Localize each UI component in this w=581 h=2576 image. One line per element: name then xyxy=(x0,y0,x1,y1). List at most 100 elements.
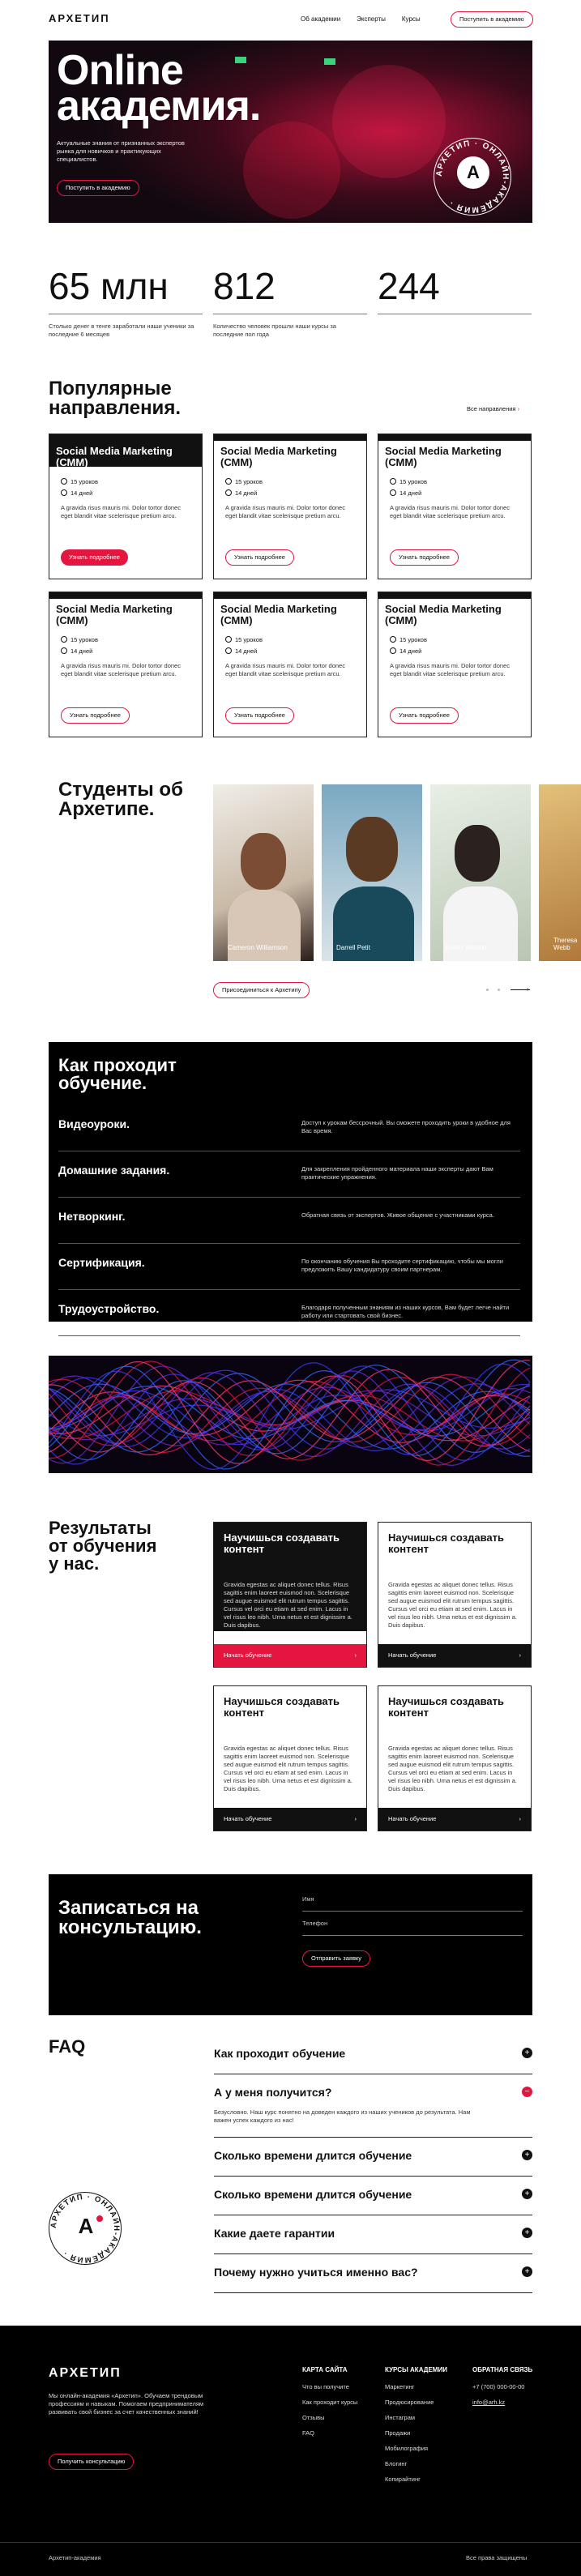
badge-letter: A xyxy=(457,156,489,189)
site-footer: АРХЕТИП Мы онлайн-академия «Архетип». Об… xyxy=(0,2326,581,2576)
minus-icon[interactable]: − xyxy=(522,2087,532,2097)
start-learning-button[interactable]: Начать обучение › xyxy=(214,1808,366,1831)
duration: 14 дней xyxy=(225,489,355,497)
all-courses-link[interactable]: Все направления › xyxy=(467,405,519,412)
hero-enroll-button[interactable]: Поступить в академию xyxy=(57,180,139,196)
course-card[interactable]: Social Media Marketing (СММ) 15 уроков 14 … xyxy=(378,592,532,737)
details-button[interactable]: Узнать подробнее xyxy=(390,549,459,566)
faq-item[interactable]: А у меня получится? − Безусловно. Наш курс… xyxy=(214,2074,532,2138)
plus-icon[interactable]: + xyxy=(522,2048,532,2058)
lessons-count: 15 уроков xyxy=(61,478,190,485)
footer-consult-button[interactable]: Получить консультацию xyxy=(49,2454,135,2470)
duration: 14 дней xyxy=(225,647,355,655)
students-heading: Студенты об Архетипе. xyxy=(58,779,183,820)
lessons-count: 15 уроков xyxy=(390,636,519,643)
name-input[interactable]: Имя xyxy=(302,1895,523,1912)
course-title: Social Media Marketing (СММ) xyxy=(385,445,502,468)
course-card[interactable]: Social Media Marketing (СММ) 15 уроков 14 … xyxy=(378,434,532,579)
course-description: A gravida risus mauris mi. Dolor tortor … xyxy=(390,504,510,519)
start-learning-label: Начать обучение xyxy=(224,1815,272,1822)
nav-about[interactable]: Об академии xyxy=(301,15,340,23)
course-card[interactable]: Social Media Marketing (СММ) 15 уроков 14 … xyxy=(49,434,203,579)
details-button[interactable]: Узнать подробнее xyxy=(225,549,294,566)
arrow-right-icon: › xyxy=(354,1651,357,1659)
submit-button[interactable]: Отправить заявку xyxy=(302,1950,371,1967)
stat-block: 244 xyxy=(378,263,532,323)
faq-item[interactable]: Какие даете гарантии + xyxy=(214,2215,532,2254)
student-photo[interactable]: Darrell Petit xyxy=(322,784,422,961)
faq-item[interactable]: Сколько времени длится обучение + xyxy=(214,2177,532,2215)
plus-icon[interactable]: + xyxy=(522,2150,532,2160)
plus-icon[interactable]: + xyxy=(522,2189,532,2199)
details-button[interactable]: Узнать подробнее xyxy=(390,707,459,724)
start-learning-button[interactable]: Начать обучение › xyxy=(378,1644,531,1667)
course-description: A gravida risus mauris mi. Dolor tortor … xyxy=(225,662,345,677)
learning-row-title: Сертификация. xyxy=(58,1256,145,1269)
plus-icon[interactable]: + xyxy=(522,2266,532,2277)
footer-course-link[interactable]: Блогинг xyxy=(385,2460,447,2467)
footer-logo[interactable]: АРХЕТИП xyxy=(49,2366,122,2381)
footer-link[interactable]: Что вы получите xyxy=(302,2383,357,2390)
course-card[interactable]: Social Media Marketing (СММ) 15 уроков 14 … xyxy=(213,592,367,737)
course-card[interactable]: Social Media Marketing (СММ) 15 уроков 14 … xyxy=(213,434,367,579)
clock-icon xyxy=(225,489,232,496)
duration: 14 дней xyxy=(61,647,190,655)
logo[interactable]: АРХЕТИП xyxy=(49,12,110,24)
join-button[interactable]: Присоединиться к Архетипу xyxy=(213,982,310,998)
student-photo[interactable]: Cameron Williamson xyxy=(213,784,314,961)
carousel-nav[interactable]: › xyxy=(486,986,532,993)
learning-row-text: Доступ к урокам бессрочный. Вы сможете п… xyxy=(301,1119,511,1134)
footer-courses: КУРСЫ АКАДЕМИИ Маркетинг Продюсирование Инс… xyxy=(385,2366,447,2483)
learning-row-text: Обратная связь от экспертов. Живое общен… xyxy=(301,1211,494,1219)
details-button[interactable]: Узнать подробнее xyxy=(61,549,128,566)
faq-item[interactable]: Почему нужно учиться именно вас? + xyxy=(214,2254,532,2293)
lessons-count: 15 уроков xyxy=(390,478,519,485)
learning-row: Видеоуроки. Доступ к урокам бессрочный. В… xyxy=(58,1111,520,1151)
learning-row: Трудоустройство. Благодаря полученным зна… xyxy=(58,1296,520,1336)
phone-link[interactable]: +7 (700) 000-00-00 xyxy=(472,2383,532,2390)
course-description: A gravida risus mauris mi. Dolor tortor … xyxy=(61,662,181,677)
duration: 14 дней xyxy=(390,489,519,497)
start-learning-button[interactable]: Начать обучение › xyxy=(214,1644,366,1667)
duration: 14 дней xyxy=(61,489,190,497)
footer-course-link[interactable]: Продюсирование xyxy=(385,2399,447,2406)
footer-link[interactable]: FAQ xyxy=(302,2429,357,2437)
lessons-count: 15 уроков xyxy=(225,478,355,485)
student-photo[interactable]: Kristin Watson xyxy=(430,784,531,961)
faq-item[interactable]: Сколько времени длится обучение + xyxy=(214,2138,532,2177)
phone-input[interactable]: Телефон xyxy=(302,1920,523,1936)
play-icon xyxy=(61,478,67,485)
nav-courses[interactable]: Курсы xyxy=(402,15,421,23)
header-cta-button[interactable]: Поступить в академию xyxy=(451,11,533,28)
start-learning-button[interactable]: Начать обучение › xyxy=(378,1808,531,1831)
course-description: A gravida risus mauris mi. Dolor tortor … xyxy=(61,504,181,519)
course-card[interactable]: Social Media Marketing (СММ) 15 уроков 14 … xyxy=(49,592,203,737)
details-button[interactable]: Узнать подробнее xyxy=(225,707,294,724)
learning-section: Как проходит обучение. Видеоуроки. Доступ … xyxy=(49,1042,532,1336)
footer-sitemap: КАРТА САЙТА Что вы получите Как проходит к… xyxy=(302,2366,358,2437)
faq-item[interactable]: Как проходит обучение + xyxy=(214,2036,532,2074)
result-card: Научишься создавать контент Gravida egest… xyxy=(378,1522,532,1668)
nav-experts[interactable]: Эксперты xyxy=(357,15,386,23)
details-button[interactable]: Узнать подробнее xyxy=(61,707,130,724)
course-title: Social Media Marketing (СММ) xyxy=(56,603,173,626)
course-title: Social Media Marketing (СММ) xyxy=(220,603,337,626)
faq-question: Сколько времени длится обучение xyxy=(214,2188,412,2201)
footer-course-link[interactable]: Маркетинг xyxy=(385,2383,447,2390)
email-link[interactable]: info@arh.kz xyxy=(472,2399,532,2406)
footer-link[interactable]: Отзывы xyxy=(302,2414,357,2421)
course-title: Social Media Marketing (СММ) xyxy=(220,445,337,468)
play-icon xyxy=(225,636,232,643)
student-photo[interactable]: Theresa Webb xyxy=(539,784,581,961)
plus-icon[interactable]: + xyxy=(522,2228,532,2238)
footer-course-link[interactable]: Инстаграм xyxy=(385,2414,447,2421)
result-text: Gravida egestas ac aliquet donec tellus.… xyxy=(224,1745,352,1792)
footer-link[interactable]: Как проходит курсы xyxy=(302,2399,357,2406)
footer-course-link[interactable]: Копирайтинг xyxy=(385,2476,447,2483)
footer-course-link[interactable]: Мобилография xyxy=(385,2445,447,2452)
academy-badge: АРХЕТИП · ОНЛАЙН-АКАДЕМИЯ · A xyxy=(434,138,511,216)
learning-heading: Как проходит обучение. xyxy=(58,1055,177,1093)
stat-block: 812 Количество человек прошли наши курсы… xyxy=(213,263,367,339)
clock-icon xyxy=(390,489,396,496)
footer-course-link[interactable]: Продажи xyxy=(385,2429,447,2437)
